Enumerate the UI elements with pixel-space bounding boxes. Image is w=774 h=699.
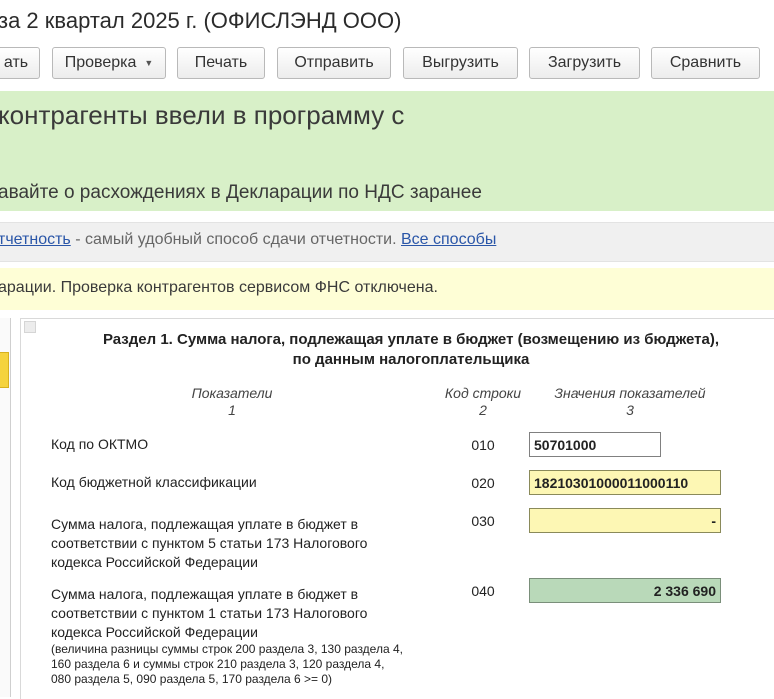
row-040-label-line2: соответствии с пунктом 1 статьи 173 Нало… <box>51 605 368 621</box>
section-title-line2: по данным налогоплательщика <box>292 351 530 368</box>
info-bar-message: - самый удобный способ сдачи отчетности. <box>70 231 401 248</box>
promo-subheading: авайте о расхождениях в Декларации по НД… <box>0 182 482 203</box>
document-title: за 2 квартал 2025 г. (ОФИСЛЭНД ООО) <box>0 8 402 33</box>
write-button[interactable]: ать <box>0 47 40 79</box>
info-bar-text: тчетность - самый удобный способ сдачи о… <box>0 231 496 249</box>
row-040-label: Сумма налога, подлежащая уплате в бюджет… <box>51 585 403 687</box>
notice-text: арации. Проверка контрагентов сервисом Ф… <box>0 279 438 296</box>
row-030-label-line1: Сумма налога, подлежащая уплате в бюджет… <box>51 516 359 532</box>
tax-p1-field[interactable]: 2 336 690 <box>529 578 721 603</box>
promo-heading: контрагенты ввели в программу с <box>0 100 405 130</box>
print-button-label: Печать <box>194 54 248 71</box>
column-header-indicators: Показатели 1 <box>172 385 292 419</box>
row-040-note-line2: 160 раздела 6 и суммы строк 210 раздела … <box>51 657 385 671</box>
kbk-field[interactable]: 18210301000011000110 <box>529 470 721 495</box>
row-040-note-line1: (величина разницы суммы строк 200 раздел… <box>51 642 403 656</box>
column-header-line-code-title: Код строки <box>444 385 522 401</box>
row-040-label-line3: кодекса Российской Федерации <box>51 624 258 640</box>
column-header-values-title: Значения показателей <box>554 385 706 401</box>
export-button[interactable]: Выгрузить <box>403 47 518 79</box>
section-title: Раздел 1. Сумма налога, подлежащая уплат… <box>40 330 774 370</box>
compare-button-label: Сравнить <box>669 54 742 71</box>
check-dropdown-button[interactable]: Проверка ▼ <box>52 47 166 79</box>
row-030-code: 030 <box>471 513 495 529</box>
section-title-line1: Раздел 1. Сумма налога, подлежащая уплат… <box>102 331 720 348</box>
row-030-label-line3: кодекса Российской Федерации <box>51 554 258 570</box>
write-button-label: ать <box>3 54 29 71</box>
reporting-link[interactable]: тчетность <box>0 231 71 248</box>
import-button-label: Загрузить <box>547 54 622 71</box>
row-020-code: 020 <box>471 475 495 491</box>
row-010-label: Код по ОКТМО <box>51 436 149 452</box>
column-header-indicators-number: 1 <box>228 402 236 418</box>
import-button[interactable]: Загрузить <box>529 47 640 79</box>
row-040-label-line1: Сумма налога, подлежащая уплате в бюджет… <box>51 586 359 602</box>
tax-p5-field[interactable]: - <box>529 508 721 533</box>
print-button[interactable]: Печать <box>177 47 265 79</box>
column-header-indicators-title: Показатели <box>191 385 273 401</box>
row-030-label-line2: соответствии с пунктом 5 статьи 173 Нало… <box>51 535 368 551</box>
row-010-code: 010 <box>471 437 495 453</box>
chevron-down-icon: ▼ <box>144 58 154 68</box>
form-corner-marker <box>24 321 36 333</box>
column-header-line-code-number: 2 <box>479 402 487 418</box>
send-button-label: Отправить <box>294 54 374 71</box>
column-header-values: Значения показателей 3 <box>540 385 720 419</box>
export-button-label: Выгрузить <box>422 54 499 71</box>
check-button-label: Проверка <box>64 54 137 71</box>
section-nav-tab[interactable] <box>0 352 9 388</box>
row-040-note-line3: 080 раздела 5, 090 раздела 5, 170 раздел… <box>51 672 332 686</box>
column-header-values-number: 3 <box>626 402 634 418</box>
send-button[interactable]: Отправить <box>277 47 391 79</box>
row-020-label: Код бюджетной классификации <box>51 474 257 490</box>
all-methods-link[interactable]: Все способы <box>401 231 496 248</box>
row-040-code: 040 <box>471 583 495 599</box>
column-header-line-code: Код строки 2 <box>432 385 534 419</box>
oktmo-field[interactable]: 50701000 <box>529 432 661 457</box>
row-030-label: Сумма налога, подлежащая уплате в бюджет… <box>51 515 367 572</box>
compare-button[interactable]: Сравнить <box>651 47 760 79</box>
